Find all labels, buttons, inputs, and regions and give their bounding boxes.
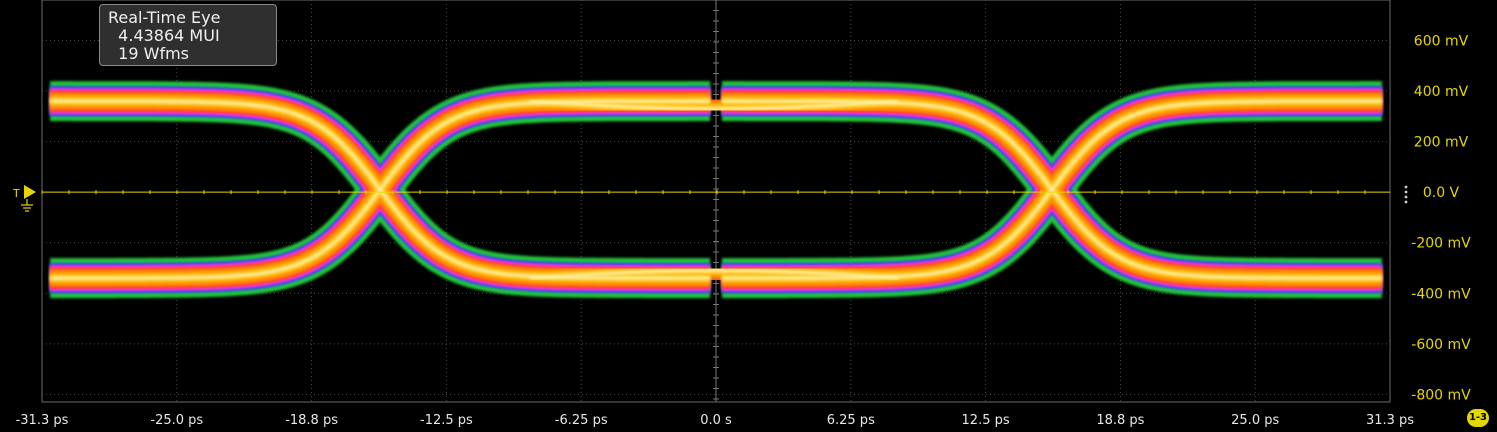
x-tick-label: 25.0 ps (1231, 413, 1279, 428)
measurement-title: Real-Time Eye (108, 8, 221, 27)
x-tick-label: -25.0 ps (150, 413, 203, 428)
y-tick-label: 0.0 V (1423, 185, 1460, 201)
y-tick-label: 600 mV (1414, 33, 1469, 49)
x-tick-label: -12.5 ps (420, 413, 473, 428)
y-tick-label: -200 mV (1411, 236, 1471, 252)
y-tick-label: -600 mV (1411, 337, 1471, 353)
x-tick-label: 18.8 ps (1096, 413, 1144, 428)
x-tick-label: -31.3 ps (16, 413, 69, 428)
x-tick-label: 31.3 ps (1366, 413, 1414, 428)
x-tick-label: -18.8 ps (285, 413, 338, 428)
x-tick-label: 0.0 s (700, 413, 732, 428)
waveform-count: 19 Wfms (118, 44, 189, 63)
y-tick-label: 200 mV (1414, 135, 1469, 151)
y-tick-label: -400 mV (1411, 286, 1471, 302)
trigger-marker-label: T (12, 187, 20, 200)
channel-badge[interactable]: 1-3 (1467, 409, 1489, 427)
y-tick-label: 400 mV (1414, 84, 1469, 100)
x-tick-label: 12.5 ps (962, 413, 1010, 428)
x-tick-label: 6.25 ps (827, 413, 875, 428)
measurement-readout[interactable]: Real-Time Eye 4.43864 MUI 19 Wfms (99, 4, 277, 66)
x-tick-label: -6.25 ps (555, 413, 608, 428)
unit-interval-count: 4.43864 MUI (118, 26, 220, 45)
y-tick-label: -800 mV (1411, 387, 1471, 403)
